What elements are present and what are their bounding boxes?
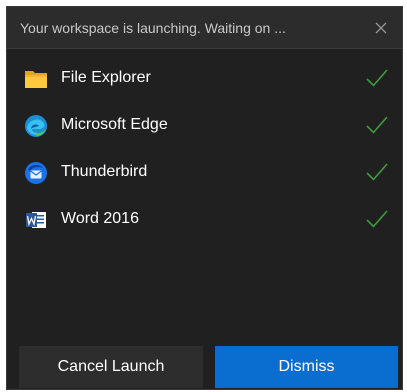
cancel-launch-button[interactable]: Cancel Launch [19,346,203,388]
close-button[interactable] [366,13,396,43]
list-item: File Explorer [7,55,402,102]
thunderbird-icon [25,162,47,184]
workspace-launch-dialog: Your workspace is launching. Waiting on … [6,6,403,390]
checkmark-icon [366,210,388,228]
list-item: Thunderbird [7,149,402,196]
checkmark-icon [366,163,388,181]
app-name: File Explorer [61,69,151,86]
microsoft-edge-icon [25,115,47,137]
dialog-title: Your workspace is launching. Waiting on … [20,20,286,36]
dismiss-button[interactable]: Dismiss [215,346,398,388]
app-name: Thunderbird [61,163,148,180]
app-list: File Explorer Microsoft Edge Thunderbird… [7,55,402,243]
word-icon [26,212,46,228]
app-name: Word 2016 [61,210,139,227]
list-item: Microsoft Edge [7,102,402,149]
dialog-titlebar: Your workspace is launching. Waiting on … [7,7,402,49]
close-icon [375,22,387,34]
file-explorer-icon [25,71,47,88]
checkmark-icon [366,116,388,134]
app-name: Microsoft Edge [61,116,168,133]
list-item: Word 2016 [7,196,402,243]
checkmark-icon [366,69,388,87]
